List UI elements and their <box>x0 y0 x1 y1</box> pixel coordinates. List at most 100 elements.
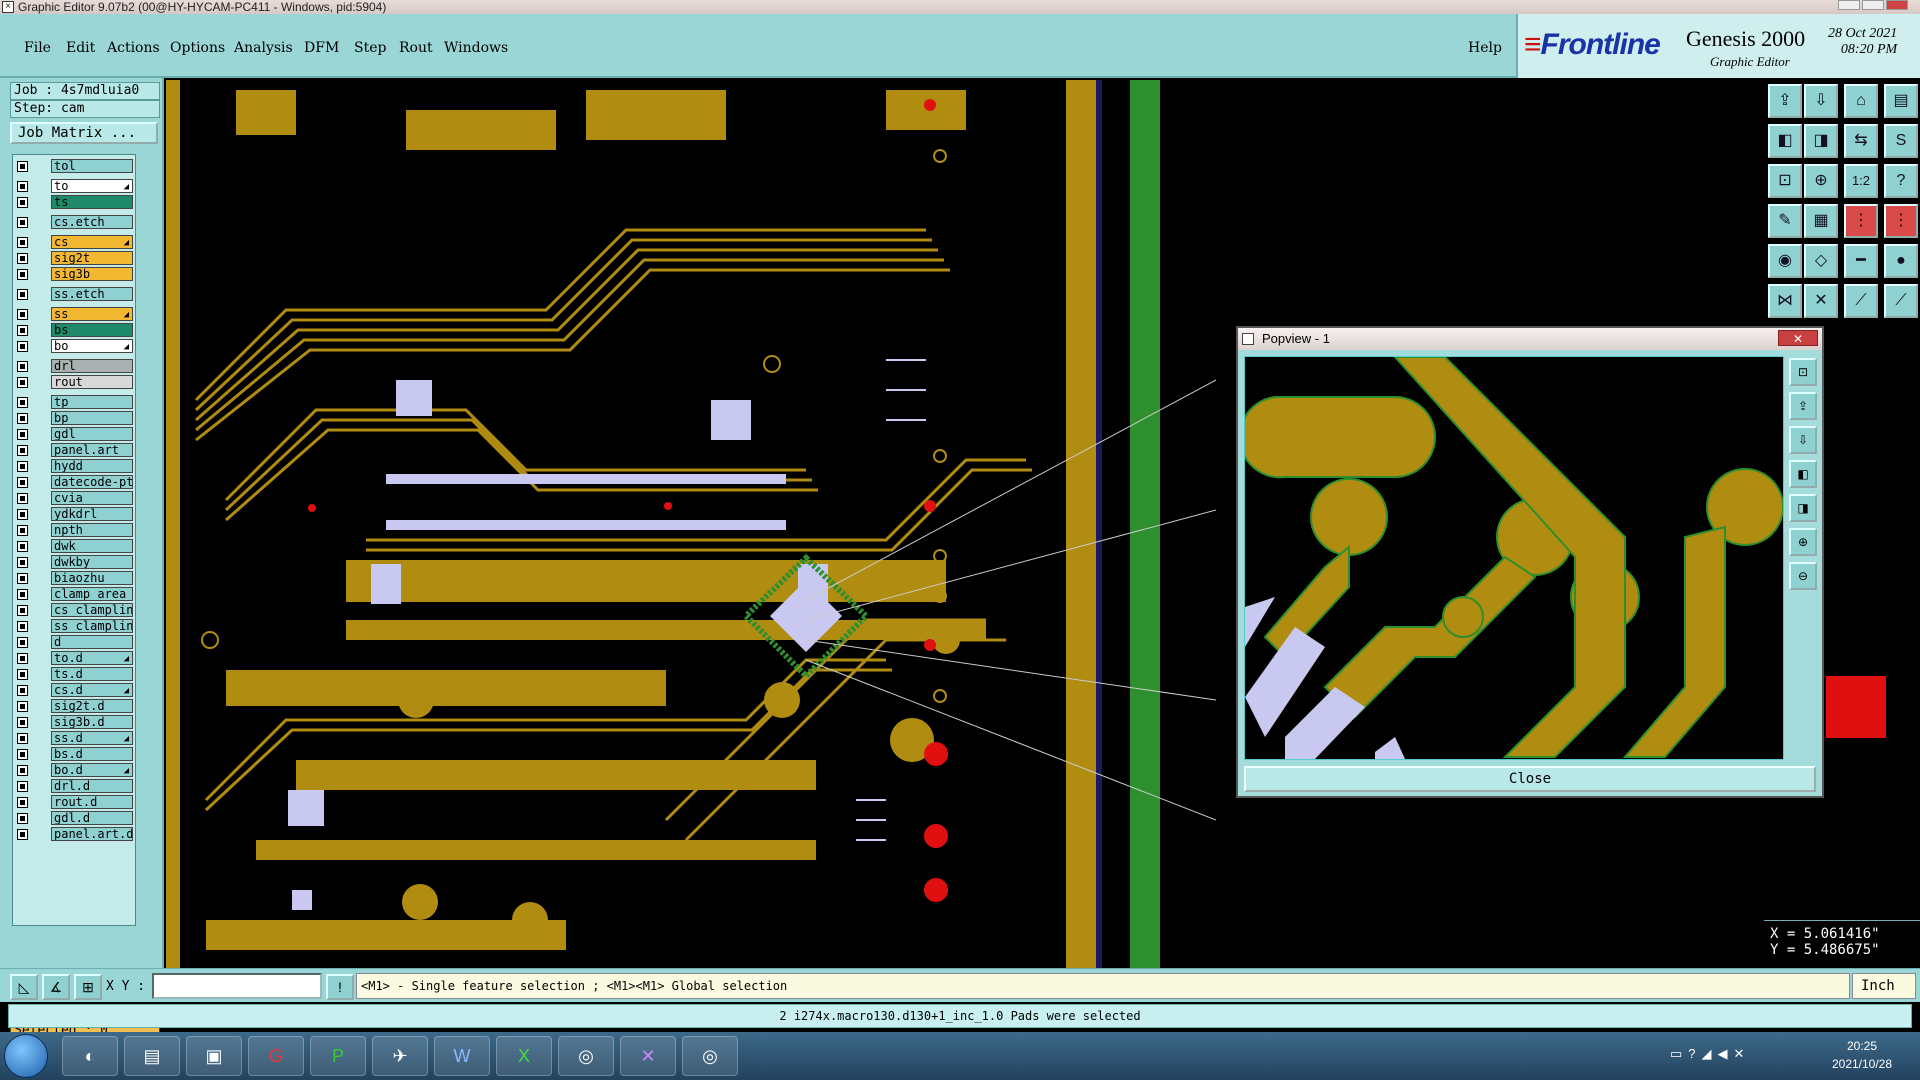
layer-row[interactable]: cs ◢ <box>15 235 133 249</box>
layer-row[interactable]: ss ◢ <box>15 307 133 321</box>
layer-row[interactable]: datecode-pt <box>15 475 133 489</box>
taskbar-app-excel-icon[interactable]: X <box>496 1036 552 1076</box>
layer-checkbox[interactable] <box>17 269 28 280</box>
menu-options[interactable]: Options <box>170 40 225 56</box>
layer-checkbox[interactable] <box>17 237 28 248</box>
layer-row[interactable]: to.d ◢ <box>15 651 133 665</box>
layer-row[interactable]: rout <box>15 375 133 389</box>
layer-checkbox[interactable] <box>17 541 28 552</box>
layer-name[interactable]: bs.d <box>51 747 133 761</box>
layer-name[interactable]: panel.art <box>51 443 133 457</box>
layer-checkbox[interactable] <box>17 573 28 584</box>
pcb-graphic-canvas[interactable] <box>166 80 1217 968</box>
layer-checkbox[interactable] <box>17 429 28 440</box>
layer-checkbox[interactable] <box>17 605 28 616</box>
layer-checkbox[interactable] <box>17 217 28 228</box>
layer-name[interactable]: ss.d ◢ <box>51 731 133 745</box>
menu-actions[interactable]: Actions <box>107 40 160 56</box>
tool-open-icon[interactable]: ⇪ <box>1768 84 1802 118</box>
layer-name[interactable]: cvia <box>51 491 133 505</box>
layer-name[interactable]: to ◢ <box>51 179 133 193</box>
taskbar-app-x-icon[interactable]: ✕ <box>620 1036 676 1076</box>
tool-layers-icon[interactable]: ▤ <box>1884 84 1918 118</box>
layer-row[interactable]: bo ◢ <box>15 339 133 353</box>
layer-row[interactable]: cvia <box>15 491 133 505</box>
taskbar-app-shell-icon[interactable]: ◐ <box>62 1036 118 1076</box>
layer-name[interactable]: to.d ◢ <box>51 651 133 665</box>
layer-checkbox[interactable] <box>17 413 28 424</box>
tool-save-icon[interactable]: ⇩ <box>1804 84 1838 118</box>
layer-row[interactable]: cs_clampline <box>15 603 133 617</box>
layer-name[interactable]: hydd <box>51 459 133 473</box>
layer-row[interactable]: ss.etch <box>15 287 133 301</box>
tool-zoom-icon[interactable]: ⊕ <box>1804 164 1838 198</box>
popview-canvas[interactable] <box>1238 356 1784 760</box>
taskbar-app-save-icon[interactable]: ▣ <box>186 1036 242 1076</box>
layer-row[interactable]: bs <box>15 323 133 337</box>
layer-name[interactable]: dwkby <box>51 555 133 569</box>
layer-row[interactable]: d <box>15 635 133 649</box>
layer-checkbox[interactable] <box>17 621 28 632</box>
layer-row[interactable]: gdl.d <box>15 811 133 825</box>
job-matrix-button[interactable]: Job Matrix ... <box>10 122 158 144</box>
layer-checkbox[interactable] <box>17 309 28 320</box>
layer-checkbox[interactable] <box>17 161 28 172</box>
layer-row[interactable]: to ◢ <box>15 179 133 193</box>
taskbar-app-green-icon[interactable]: P <box>310 1036 366 1076</box>
layer-checkbox[interactable] <box>17 461 28 472</box>
layer-checkbox[interactable] <box>17 325 28 336</box>
layer-name[interactable]: ydkdrl <box>51 507 133 521</box>
layer-name[interactable]: ts.d <box>51 667 133 681</box>
layer-checkbox[interactable] <box>17 445 28 456</box>
layer-checkbox[interactable] <box>17 717 28 728</box>
layer-checkbox[interactable] <box>17 765 28 776</box>
layer-name[interactable]: clamp_area <box>51 587 133 601</box>
tool-select-icon[interactable]: ◉ <box>1768 244 1802 278</box>
taskbar-app-bird-icon[interactable]: ✈ <box>372 1036 428 1076</box>
unit-selector[interactable]: Inch <box>1852 973 1916 999</box>
layer-row[interactable]: tp <box>15 395 133 409</box>
layer-row[interactable]: biaozhu <box>15 571 133 585</box>
tool-polygon-icon[interactable]: ◇ <box>1804 244 1838 278</box>
menu-help[interactable]: Help <box>1468 40 1502 56</box>
layer-row[interactable]: dwkby <box>15 555 133 569</box>
layer-row[interactable]: gdl <box>15 427 133 441</box>
layer-row[interactable]: clamp_area <box>15 587 133 601</box>
layer-row[interactable]: ss_clampline <box>15 619 133 633</box>
popview-right-icon[interactable]: ◨ <box>1789 494 1817 522</box>
taskbar-app-notepad-icon[interactable]: ▤ <box>124 1036 180 1076</box>
popview-close-icon[interactable]: ✕ <box>1778 330 1818 346</box>
layer-checkbox[interactable] <box>17 493 28 504</box>
layer-checkbox[interactable] <box>17 397 28 408</box>
layer-checkbox[interactable] <box>17 669 28 680</box>
layer-name[interactable]: panel.art.d <box>51 827 133 841</box>
layer-name[interactable]: datecode-pt <box>51 475 133 489</box>
layer-row[interactable]: ydkdrl <box>15 507 133 521</box>
popview-fit-icon[interactable]: ⊡ <box>1789 358 1817 386</box>
alert-icon[interactable]: ! <box>326 974 354 1000</box>
popview-zoom-in-icon[interactable]: ⊕ <box>1789 528 1817 556</box>
close-window-button[interactable] <box>1886 0 1908 10</box>
layer-name[interactable]: ss ◢ <box>51 307 133 321</box>
tool-step-icon[interactable]: S <box>1884 124 1918 158</box>
tool-swap-icon[interactable]: ⇆ <box>1844 124 1878 158</box>
layer-name[interactable]: d <box>51 635 133 649</box>
layer-name[interactable]: ts <box>51 195 133 209</box>
tool-grid-icon[interactable]: ▦ <box>1804 204 1838 238</box>
layer-name[interactable]: cs_clampline <box>51 603 133 617</box>
layer-name[interactable]: npth <box>51 523 133 537</box>
layer-checkbox[interactable] <box>17 749 28 760</box>
layer-row[interactable]: bs.d <box>15 747 133 761</box>
layer-name[interactable]: cs.etch <box>51 215 133 229</box>
tool-zoom-fit-icon[interactable]: ⊡ <box>1768 164 1802 198</box>
layer-name[interactable]: bo.d ◢ <box>51 763 133 777</box>
layer-name[interactable]: ss.etch <box>51 287 133 301</box>
layer-checkbox[interactable] <box>17 289 28 300</box>
layer-name[interactable]: ss_clampline <box>51 619 133 633</box>
popview-down-icon[interactable]: ⇩ <box>1789 426 1817 454</box>
layer-row[interactable]: sig2t.d <box>15 699 133 713</box>
layer-row[interactable]: panel.art <box>15 443 133 457</box>
tool-cross-icon[interactable]: ✕ <box>1804 284 1838 318</box>
layer-checkbox[interactable] <box>17 589 28 600</box>
layer-row[interactable]: ts.d <box>15 667 133 681</box>
